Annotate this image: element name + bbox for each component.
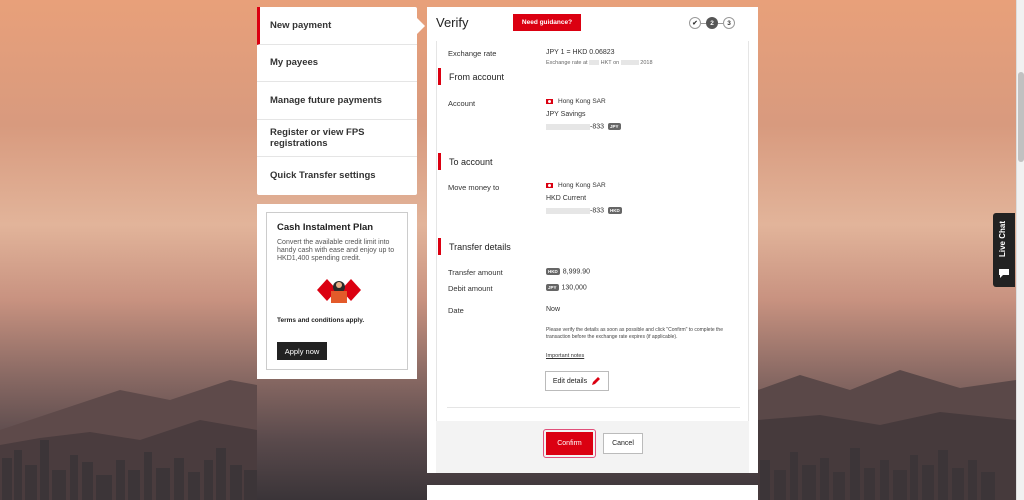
nav-item-label: Register or view FPS registrations [270, 126, 365, 149]
edit-details-button[interactable]: Edit details [545, 371, 609, 391]
to-region-text: Hong Kong SAR [558, 182, 606, 189]
to-region: Hong Kong SAR [546, 182, 606, 189]
verify-content: Exchange rate JPY 1 = HKD 0.06823 Exchan… [436, 41, 749, 421]
to-account-name: HKD Current [546, 195, 587, 202]
transfer-amount-text: 8,999.90 [562, 268, 590, 276]
account-label: Account [448, 99, 476, 108]
from-account-heading: From account [438, 68, 504, 85]
nav-item-quick-transfer-settings[interactable]: Quick Transfer settings [257, 157, 417, 195]
scrollbar-thumb[interactable] [1018, 72, 1024, 162]
date-label: Date [448, 306, 464, 315]
from-account-name: JPY Savings [546, 111, 586, 118]
hong-kong-flag-icon [546, 182, 553, 188]
from-region: Hong Kong SAR [546, 98, 606, 105]
exchange-rate-sub-prefix: Exchange rate at [546, 60, 588, 66]
nav-item-label: New payment [270, 19, 332, 31]
divider [447, 407, 740, 408]
nav-item-manage-future-payments[interactable]: Manage future payments [257, 82, 417, 120]
promo-text: Convert the available credit limit into … [277, 239, 395, 262]
page-title: Verify [436, 15, 469, 30]
currency-badge: JPY [608, 123, 621, 130]
important-notes-link[interactable]: Important notes [546, 353, 584, 359]
debit-amount-value: JPY 130,000 [546, 284, 587, 291]
hong-kong-flag-icon [546, 98, 553, 104]
from-account-suffix: -833 [590, 123, 605, 131]
apply-now-button[interactable]: Apply now [277, 342, 327, 360]
transfer-amount-label: Transfer amount [448, 268, 503, 277]
action-footer: Confirm Cancel [436, 421, 749, 473]
promo-box: Cash Instalment Plan Convert the availab… [266, 212, 408, 370]
nav-item-my-payees[interactable]: My payees [257, 45, 417, 82]
edit-details-label: Edit details [552, 377, 588, 385]
verify-panel: Verify Need guidance? ✔ 2 3 Exchange rat… [427, 7, 758, 473]
nav-item-label: Quick Transfer settings [270, 170, 376, 182]
confirm-focus-ring: Confirm [543, 429, 596, 458]
nav-item-label: Manage future payments [270, 94, 382, 106]
nav-item-label: My payees [270, 57, 319, 69]
promo-card: Cash Instalment Plan Convert the availab… [257, 204, 417, 379]
date-value: Now [546, 306, 561, 313]
to-account-suffix: -833 [590, 207, 605, 215]
confirm-button[interactable]: Confirm [546, 432, 593, 455]
nav-item-fps-registrations[interactable]: Register or view FPS registrations [257, 120, 417, 157]
next-panel-edge [427, 485, 758, 500]
transfer-amount-value: HKD 8,999.90 [546, 268, 590, 275]
exchange-rate-sub-mid: HKT on [600, 60, 620, 66]
verify-note: Please verify the details as soon as pos… [546, 327, 723, 340]
cancel-button[interactable]: Cancel [603, 433, 643, 454]
live-chat-tab[interactable]: Live Chat [993, 213, 1015, 287]
payments-nav: New payment My payees Manage future paym… [257, 7, 425, 195]
exchange-rate-value: JPY 1 = HKD 0.06823 [546, 49, 615, 56]
step-2: 2 [706, 17, 718, 29]
pencil-icon [592, 377, 601, 385]
move-money-to-label: Move money to [448, 183, 500, 192]
chat-bubble-icon [999, 269, 1009, 278]
exchange-rate-sub: Exchange rate at HKT on 2018 [546, 60, 653, 66]
promo-illustration-icon [317, 279, 361, 303]
step-3: 3 [723, 17, 735, 29]
exchange-rate-label: Exchange rate [448, 49, 497, 58]
promo-title: Cash Instalment Plan [277, 222, 374, 233]
step-1-check-icon: ✔ [689, 17, 701, 29]
nav-item-new-payment[interactable]: New payment [257, 7, 425, 45]
page-scrollbar[interactable] [1016, 0, 1024, 500]
to-account-heading: To account [438, 153, 493, 170]
verify-header: Verify Need guidance? ✔ 2 3 [427, 7, 758, 41]
live-chat-label: Live Chat [998, 221, 1007, 258]
currency-badge: HKD [546, 268, 560, 275]
debit-amount-label: Debit amount [448, 284, 493, 293]
to-account-number: -833 HKD [546, 207, 622, 214]
from-account-number: -833 JPY [546, 123, 621, 130]
need-guidance-button[interactable]: Need guidance? [513, 14, 581, 31]
exchange-rate-sub-year: 2018 [640, 60, 653, 66]
currency-badge: HKD [608, 207, 622, 214]
currency-badge: JPY [546, 284, 559, 291]
debit-amount-text: 130,000 [561, 284, 587, 292]
transfer-details-heading: Transfer details [438, 238, 511, 255]
step-indicator: ✔ 2 3 [689, 17, 735, 29]
promo-terms: Terms and conditions apply. [277, 317, 365, 324]
from-region-text: Hong Kong SAR [558, 98, 606, 105]
